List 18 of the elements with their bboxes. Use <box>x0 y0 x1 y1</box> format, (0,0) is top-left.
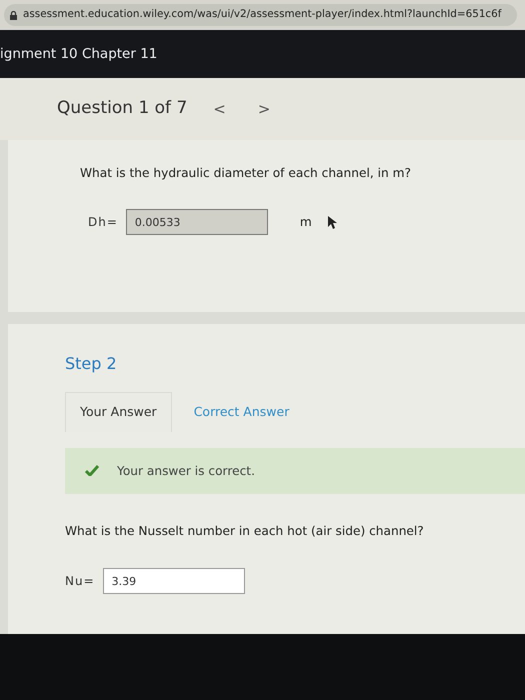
question-counter: Question 1 of 7 <box>57 97 188 120</box>
check-icon <box>85 465 99 476</box>
answer-field[interactable]: 3.39 <box>102 568 245 594</box>
lock-icon <box>10 10 17 20</box>
field-label: Nu= <box>65 573 95 590</box>
address-bar[interactable]: assessment.education.wiley.com/was/ui/v2/assessment-player/index.html?launchId=651c6f <box>4 4 517 26</box>
next-button[interactable]: > <box>254 98 274 120</box>
previous-button[interactable]: < <box>209 98 230 120</box>
assignment-title: ignment 10 Chapter 11 <box>0 44 158 64</box>
answer-tab[interactable]: Your Answer <box>65 392 172 432</box>
question-text: What is the hydraulic diameter of each channel, in m? <box>80 165 412 182</box>
step-title: Step 2 <box>65 353 118 375</box>
question-text: What is the Nusselt number in each hot (air side) channel? <box>65 522 425 540</box>
cursor-icon <box>328 216 337 229</box>
field-label: Dh= <box>88 214 118 232</box>
feedback-text: Your answer is correct. <box>117 462 255 480</box>
url-text: assessment.education.wiley.com/was/ui/v2/assessment-player/index.html?launchId=651c6f <box>23 7 502 22</box>
unit-label: m <box>300 214 312 232</box>
